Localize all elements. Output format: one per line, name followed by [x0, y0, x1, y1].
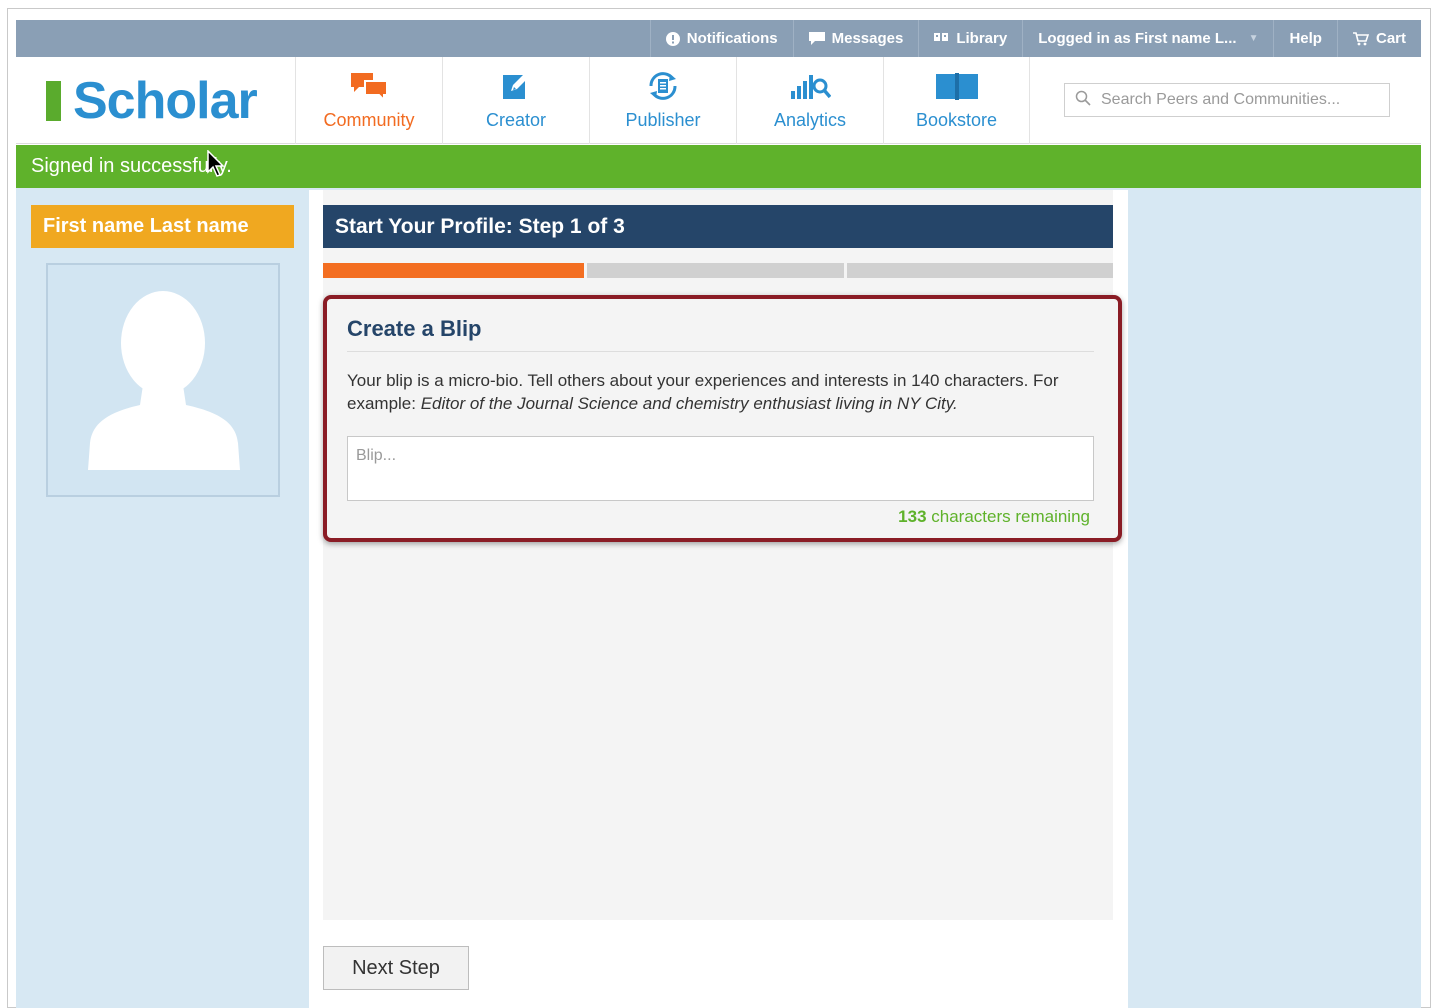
nav-publisher-label: Publisher [625, 110, 701, 130]
books-icon [934, 32, 949, 45]
avatar[interactable] [46, 263, 280, 497]
profile-sidebar: First name Last name [16, 188, 309, 1008]
search-box [1064, 83, 1390, 117]
logo-bookmark-icon [46, 81, 61, 121]
nav-analytics[interactable]: Analytics [736, 57, 883, 144]
notifications-link[interactable]: Notifications [649, 20, 793, 57]
progress-step-2 [587, 263, 844, 278]
step-progress-bar [323, 263, 1113, 278]
chart-magnifier-icon [789, 68, 831, 104]
mouse-cursor-icon [207, 149, 227, 183]
profile-name: First name Last name [43, 215, 249, 237]
messages-label: Messages [831, 30, 904, 47]
blip-description: Your blip is a micro-bio. Tell others ab… [347, 369, 1097, 415]
blip-input[interactable] [347, 436, 1094, 501]
blip-title: Create a Blip [347, 316, 482, 341]
alert-message: Signed in successfully. [31, 155, 232, 177]
logo-text: Scholar [73, 72, 258, 130]
characters-remaining: 133 characters remaining [898, 507, 1090, 527]
nav-community[interactable]: Community [295, 57, 442, 144]
messages-link[interactable]: Messages [792, 20, 919, 57]
create-blip-card: Create a Blip Your blip is a micro-bio. … [323, 295, 1122, 542]
profile-wizard-panel: Start Your Profile: Step 1 of 3 Create a… [323, 190, 1122, 920]
search-icon [1075, 90, 1091, 111]
next-step-button[interactable]: Next Step [323, 946, 469, 990]
top-utility-bar: Notifications Messages Library Logged in… [16, 20, 1421, 57]
progress-step-3 [847, 263, 1113, 278]
divider [347, 351, 1094, 352]
cart-icon [1352, 31, 1369, 46]
search-input[interactable] [1099, 90, 1373, 110]
logged-in-label: Logged in as First name L... [1038, 30, 1237, 47]
nav-creator[interactable]: Creator [442, 57, 589, 144]
chevron-down-icon: ▼ [1248, 33, 1259, 44]
pencil-icon [501, 68, 531, 104]
library-label: Library [956, 30, 1008, 47]
nav-analytics-label: Analytics [773, 110, 847, 130]
main-content: Start Your Profile: Step 1 of 3 Create a… [309, 190, 1128, 1008]
right-column [1128, 188, 1421, 1008]
person-silhouette-icon [88, 291, 240, 470]
progress-step-1 [323, 263, 584, 278]
characters-remaining-label: characters remaining [926, 507, 1090, 526]
chat-bubbles-icon [349, 68, 389, 104]
page-body: First name Last name Start Your Profile:… [16, 188, 1421, 1008]
cart-link[interactable]: Cart [1336, 20, 1421, 57]
help-link[interactable]: Help [1273, 20, 1337, 57]
notifications-label: Notifications [686, 30, 778, 47]
profile-name-badge: First name Last name [31, 205, 294, 248]
open-book-icon [935, 68, 979, 104]
step-header: Start Your Profile: Step 1 of 3 [323, 205, 1113, 248]
publish-cycle-icon [645, 68, 681, 104]
scholar-logo[interactable]: Scholar [46, 72, 258, 130]
account-menu[interactable]: Logged in as First name L... ▼ [1022, 20, 1273, 57]
alert-circle-icon [665, 31, 680, 46]
main-header: Scholar Community Creator Publisher Anal… [16, 57, 1421, 144]
nav-community-label: Community [323, 110, 415, 130]
main-nav: Community Creator Publisher Analytics Bo… [295, 57, 1030, 144]
step-title: Start Your Profile: Step 1 of 3 [335, 215, 625, 238]
nav-creator-label: Creator [485, 110, 547, 130]
nav-bookstore[interactable]: Bookstore [883, 57, 1030, 144]
speech-bubble-icon [808, 31, 825, 46]
blip-example: Editor of the Journal Science and chemis… [420, 394, 958, 413]
library-link[interactable]: Library [918, 20, 1022, 57]
cart-label: Cart [1375, 30, 1406, 47]
characters-remaining-count: 133 [898, 507, 927, 526]
nav-bookstore-label: Bookstore [915, 110, 998, 130]
nav-publisher[interactable]: Publisher [589, 57, 736, 144]
help-label: Help [1289, 30, 1322, 47]
